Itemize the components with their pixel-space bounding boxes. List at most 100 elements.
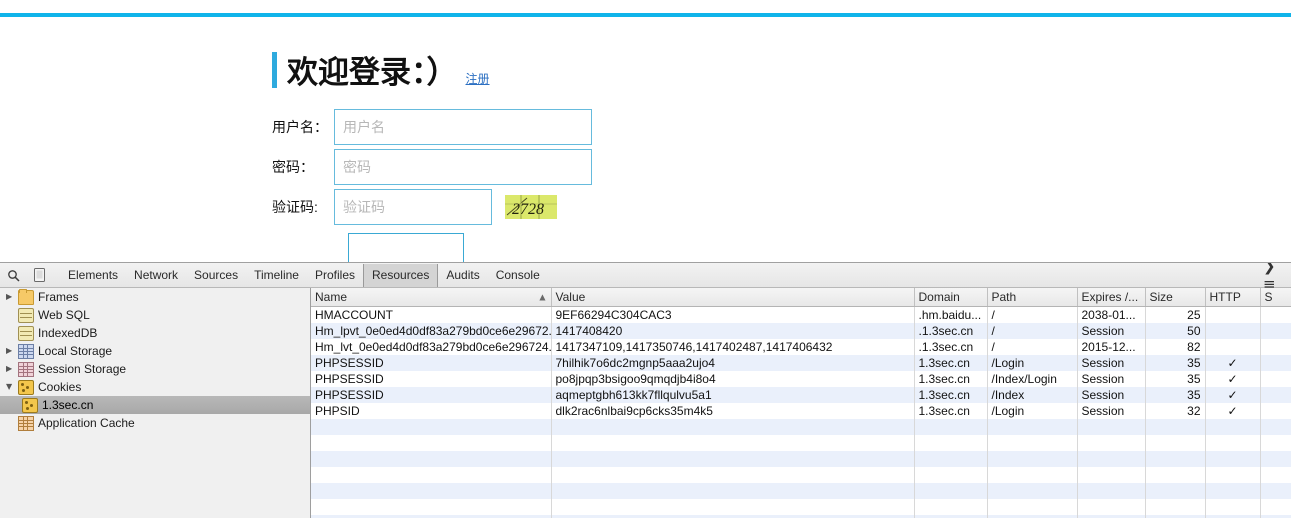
tab-audits[interactable]: Audits xyxy=(438,264,487,287)
devtools-toolbar-right: ❯≡ xyxy=(1263,263,1287,293)
cell-size: 25 xyxy=(1145,306,1206,323)
cell-secure xyxy=(1260,323,1291,339)
tab-profiles[interactable]: Profiles xyxy=(307,264,363,287)
cell-expires: 2038-01... xyxy=(1077,306,1146,323)
sidebar-item-web-sql[interactable]: Web SQL xyxy=(0,306,310,324)
sort-ascending-icon: ▲ xyxy=(539,292,546,302)
captcha-row: 验证码: 2728 xyxy=(272,187,592,226)
sidebar-item-label: IndexedDB xyxy=(38,326,98,340)
inspect-element-icon[interactable] xyxy=(0,264,26,287)
sidebar-item-local-storage[interactable]: ▶ Local Storage xyxy=(0,342,310,360)
column-header-name[interactable]: Name ▲ xyxy=(311,288,552,307)
sidebar-item-indexeddb[interactable]: IndexedDB xyxy=(0,324,310,342)
tab-resources[interactable]: Resources xyxy=(363,263,439,287)
table-row[interactable]: PHPSESSID po8jpqp3bsigoo9qmqdjb4i8o4 1.3… xyxy=(311,371,1291,387)
cell-path: /Login xyxy=(987,355,1078,371)
cell-size: 35 xyxy=(1145,387,1206,403)
sidebar-item-label: Cookies xyxy=(38,380,82,394)
cell-domain: .hm.baidu... xyxy=(914,306,988,323)
tab-sources[interactable]: Sources xyxy=(186,264,246,287)
cell-secure xyxy=(1260,355,1291,371)
table-row[interactable]: HMACCOUNT 9EF66294C304CAC3 .hm.baidu... … xyxy=(311,306,1291,323)
cookie-icon xyxy=(18,379,34,395)
cell-value: 9EF66294C304CAC3 xyxy=(551,306,915,323)
table-row-empty xyxy=(311,419,1291,435)
sidebar-item-cookies[interactable]: ▼ Cookies xyxy=(0,378,310,396)
cell-expires: 2015-12... xyxy=(1077,339,1146,355)
captcha-image[interactable]: 2728 xyxy=(505,194,557,219)
sidebar-item-label: Web SQL xyxy=(38,308,90,322)
chevron-right-icon[interactable]: ▶ xyxy=(6,360,18,378)
chevron-right-icon[interactable]: ▶ xyxy=(6,288,18,306)
table-row[interactable]: Hm_lvt_0e0ed4d0df83a279bd0ce6e296724... … xyxy=(311,339,1291,355)
search-icon xyxy=(7,269,20,282)
grid-blue-icon xyxy=(18,343,34,359)
sidebar-item-cookie-domain[interactable]: 1.3sec.cn xyxy=(0,396,310,414)
table-row-empty xyxy=(311,467,1291,483)
cell-secure xyxy=(1260,403,1291,419)
sidebar-item-session-storage[interactable]: ▶ Session Storage xyxy=(0,360,310,378)
cell-expires: Session xyxy=(1077,387,1146,403)
captcha-input[interactable] xyxy=(334,188,492,225)
cell-http: ✓ xyxy=(1205,403,1261,419)
table-row[interactable]: PHPSESSID aqmeptgbh613kk7fllqulvu5a1 1.3… xyxy=(311,387,1291,403)
password-row: 密码： xyxy=(272,147,592,186)
sidebar-item-label: Local Storage xyxy=(38,344,113,358)
cookies-table-body: HMACCOUNT 9EF66294C304CAC3 .hm.baidu... … xyxy=(311,306,1291,518)
column-header-secure[interactable]: S xyxy=(1260,288,1291,307)
cell-secure xyxy=(1260,387,1291,403)
column-header-size[interactable]: Size xyxy=(1145,288,1206,307)
captcha-text: 2728 xyxy=(512,201,544,218)
column-header-value[interactable]: Value xyxy=(551,288,915,307)
cell-secure xyxy=(1260,371,1291,387)
database-icon xyxy=(18,307,34,323)
database-icon xyxy=(18,325,34,341)
sidebar-item-application-cache[interactable]: Application Cache xyxy=(0,414,310,432)
chevron-right-icon[interactable]: ▶ xyxy=(6,342,18,360)
cell-secure xyxy=(1260,306,1291,323)
username-input[interactable] xyxy=(334,108,592,145)
table-row[interactable]: PHPSESSID 7hilhik7o6dc2mgnp5aaa2ujo4 1.3… xyxy=(311,355,1291,371)
cell-size: 82 xyxy=(1145,339,1206,355)
table-row[interactable]: PHPSID dlk2rac6nlbai9cp6cks35m4k5 1.3sec… xyxy=(311,403,1291,419)
cell-expires: Session xyxy=(1077,355,1146,371)
column-header-expires[interactable]: Expires /... xyxy=(1077,288,1146,307)
tab-network[interactable]: Network xyxy=(126,264,186,287)
cell-name: PHPSESSID xyxy=(311,387,552,403)
table-row[interactable]: Hm_lpvt_0e0ed4d0df83a279bd0ce6e29672... … xyxy=(311,323,1291,339)
login-button[interactable]: 登录 xyxy=(348,233,464,262)
table-row-empty xyxy=(311,435,1291,451)
register-link[interactable]: 注册 xyxy=(466,70,490,87)
cell-domain: 1.3sec.cn xyxy=(914,355,988,371)
cookies-table-container[interactable]: Name ▲ Value Domain Path Expires /... Si… xyxy=(311,288,1291,518)
column-header-domain[interactable]: Domain xyxy=(914,288,988,307)
column-header-http[interactable]: HTTP xyxy=(1205,288,1261,307)
tab-timeline[interactable]: Timeline xyxy=(246,264,307,287)
cell-name: Hm_lpvt_0e0ed4d0df83a279bd0ce6e29672... xyxy=(311,323,552,339)
screenshot-root: 欢迎登录：） 注册 用户名： 密码： 验证码: xyxy=(0,0,1291,518)
cell-http xyxy=(1205,306,1261,323)
captcha-svg: 2728 xyxy=(505,194,557,219)
cell-value: 1417408420 xyxy=(551,323,915,339)
cell-value: dlk2rac6nlbai9cp6cks35m4k5 xyxy=(551,403,915,419)
tab-elements[interactable]: Elements xyxy=(60,264,126,287)
column-header-path[interactable]: Path xyxy=(987,288,1078,307)
chevron-down-icon[interactable]: ▼ xyxy=(6,378,18,396)
cell-name: PHPSESSID xyxy=(311,371,552,387)
title-accent-bar xyxy=(272,52,277,88)
device-mode-icon[interactable] xyxy=(26,264,52,287)
password-label: 密码： xyxy=(272,158,314,175)
show-drawer-icon[interactable]: ❯≡ xyxy=(1263,263,1287,293)
cell-name: PHPSID xyxy=(311,403,552,419)
password-input[interactable] xyxy=(334,148,592,185)
cookie-icon xyxy=(22,397,38,413)
grid-pink-icon xyxy=(18,361,34,377)
cell-http xyxy=(1205,339,1261,355)
sidebar-item-frames[interactable]: ▶ Frames xyxy=(0,288,310,306)
sidebar-item-label: Session Storage xyxy=(38,362,127,376)
table-row-empty xyxy=(311,483,1291,499)
cell-size: 50 xyxy=(1145,323,1206,339)
devtools-body: ▶ Frames Web SQL IndexedDB ▶ Local Stora… xyxy=(0,288,1291,518)
tab-console[interactable]: Console xyxy=(488,264,548,287)
login-title-row: 欢迎登录：） 注册 xyxy=(272,45,592,91)
